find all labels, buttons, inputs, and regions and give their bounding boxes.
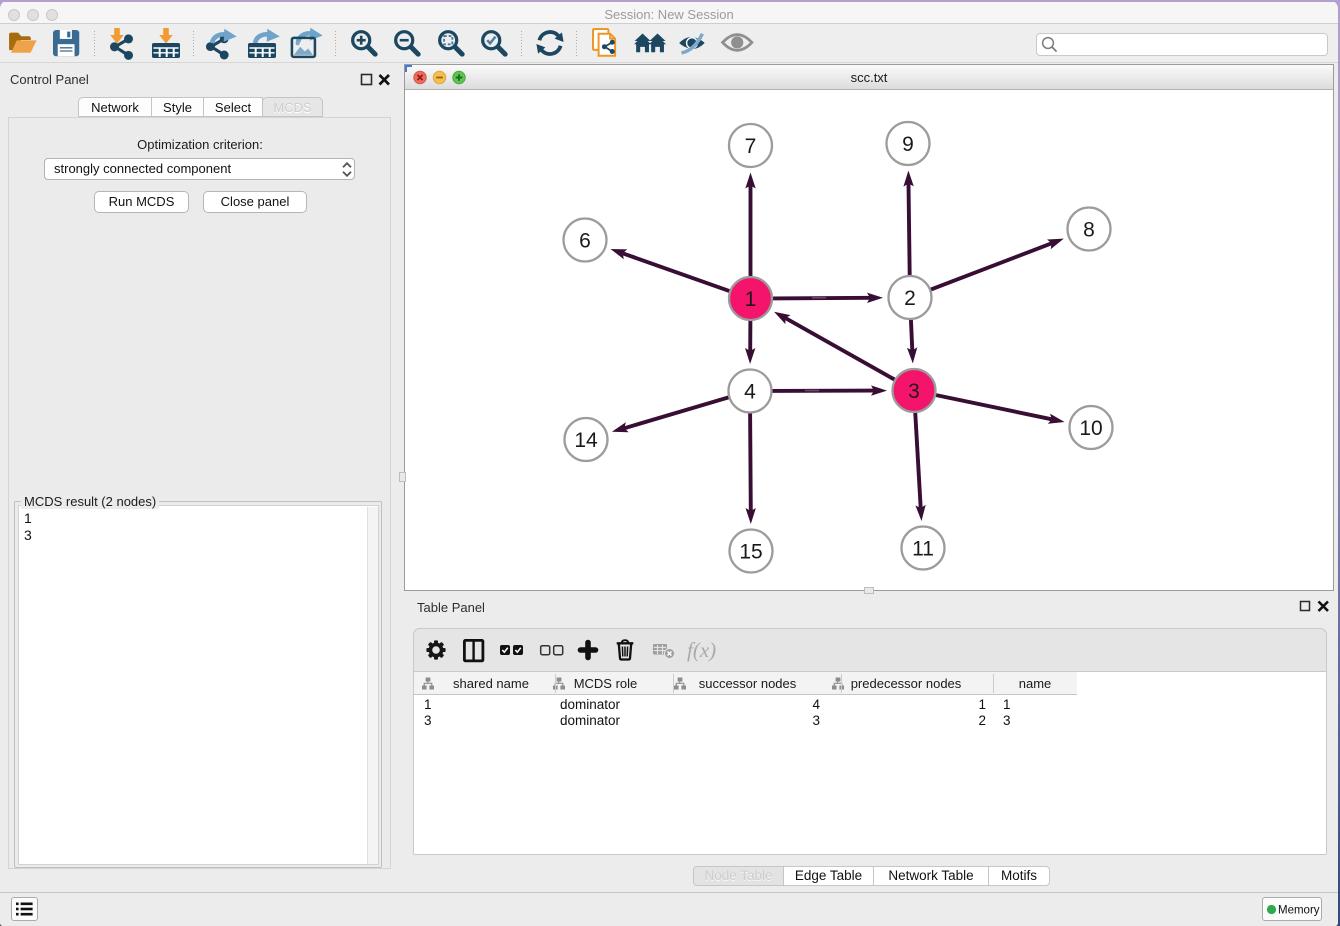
svg-text:Memory: Memory <box>1278 905 1320 917</box>
svg-text:10: 10 <box>1079 417 1102 440</box>
svg-text:6: 6 <box>579 230 591 253</box>
svg-text:15: 15 <box>739 541 762 564</box>
svg-text:7: 7 <box>745 135 757 158</box>
svg-text:9: 9 <box>902 133 914 156</box>
svg-text:f(x): f(x) <box>687 638 716 662</box>
svg-text:14: 14 <box>574 429 598 452</box>
svg-text:2: 2 <box>904 287 916 310</box>
svg-text:8: 8 <box>1083 219 1095 242</box>
svg-text:4: 4 <box>744 381 756 404</box>
svg-text:1: 1 <box>745 288 757 311</box>
svg-text:11: 11 <box>912 538 934 561</box>
svg-text:3: 3 <box>908 380 920 403</box>
